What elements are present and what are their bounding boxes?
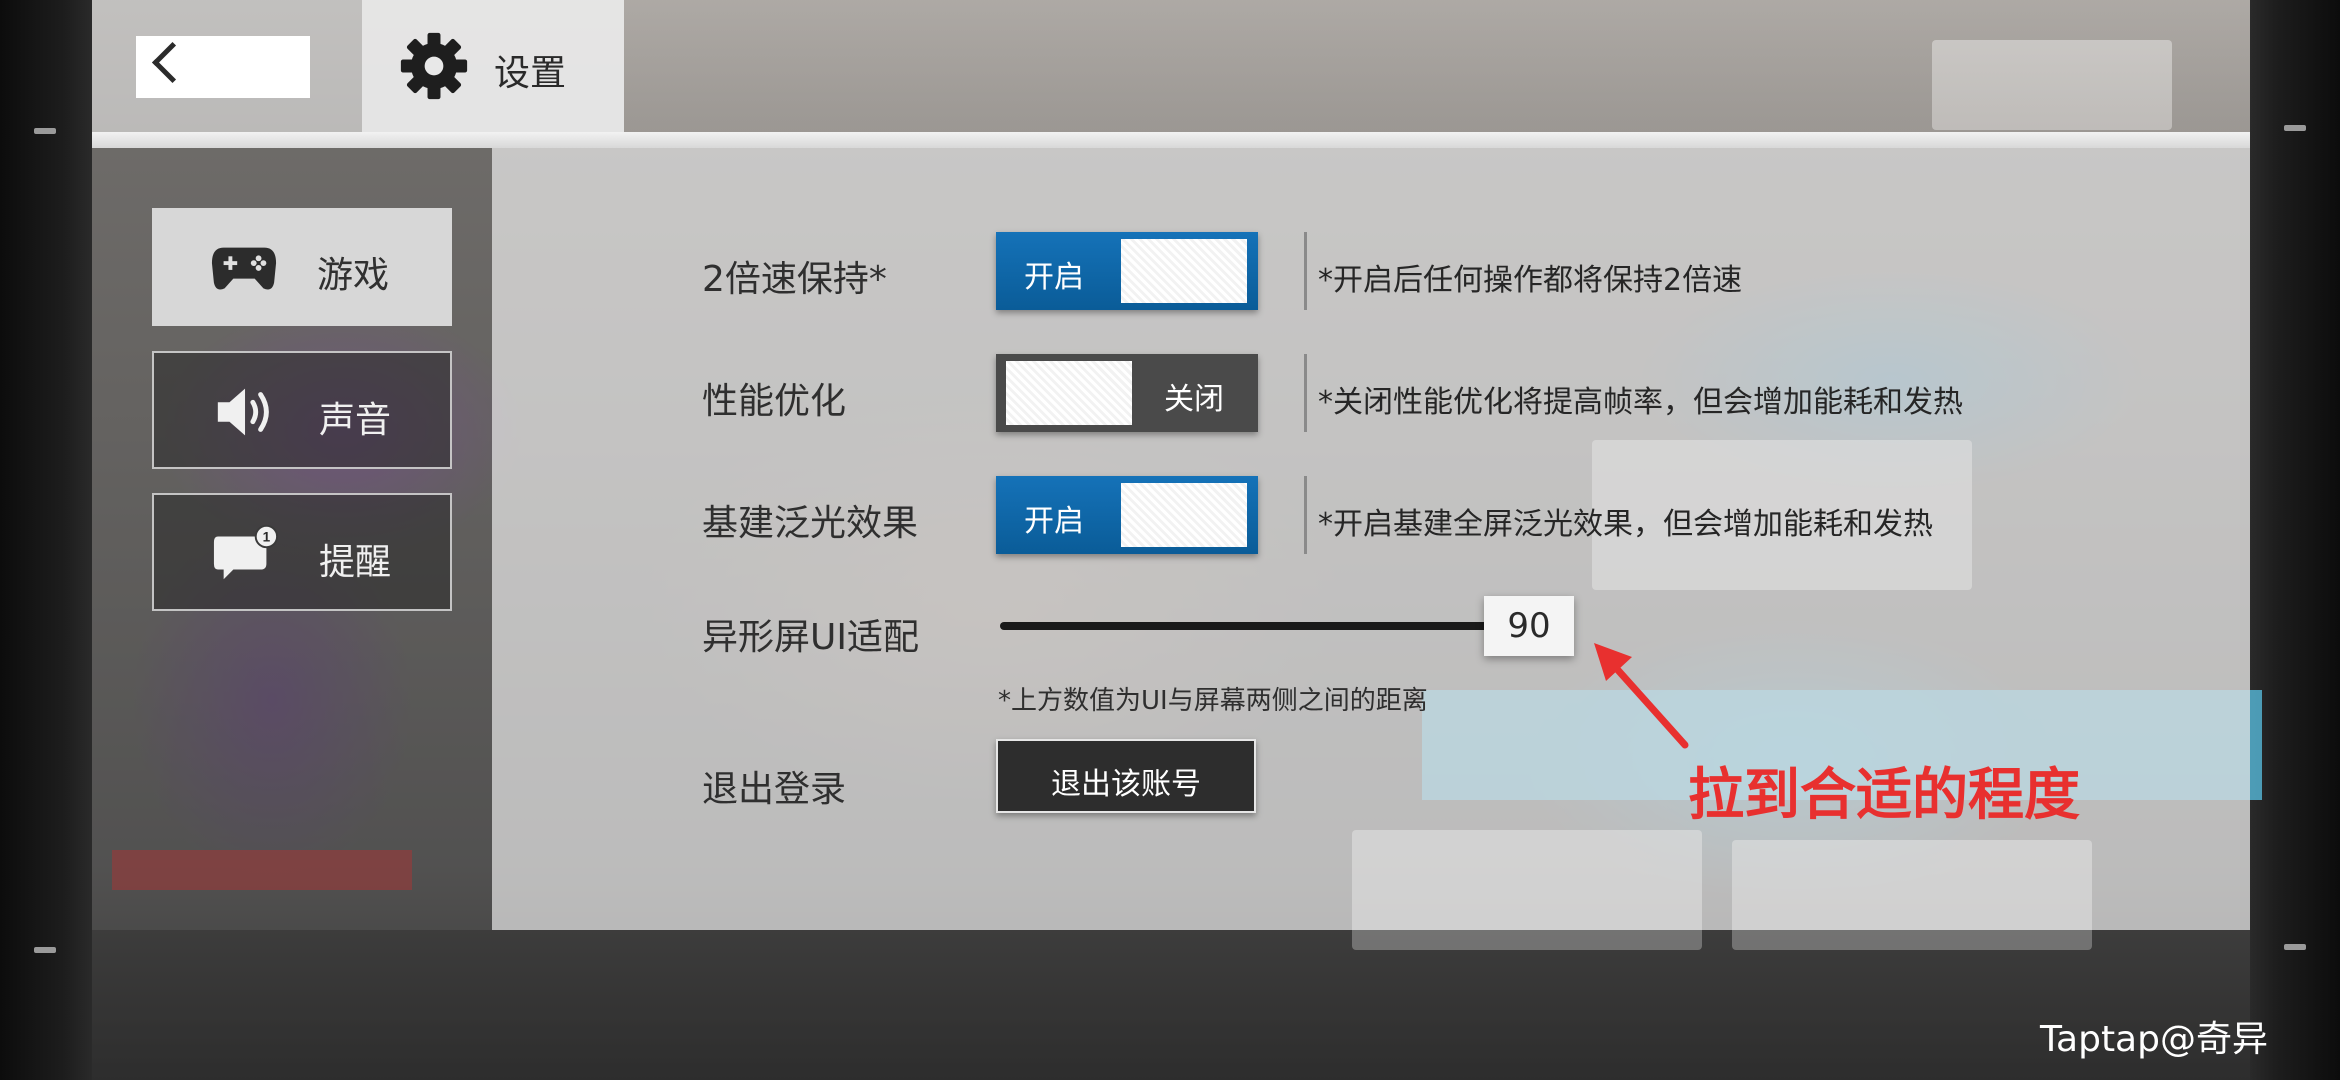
back-button[interactable]	[136, 36, 310, 98]
speed-keep-description: *开启后任何操作都将保持2倍速	[1318, 263, 1743, 298]
chevron-left-icon	[151, 41, 194, 84]
performance-toggle[interactable]: 关闭	[996, 354, 1258, 432]
bloom-label: 基建泛光效果	[702, 503, 919, 544]
annotation-text: 拉到合适的程度	[1688, 763, 2080, 828]
toggle-knob	[1006, 361, 1132, 425]
right-letterbox	[2250, 0, 2340, 1080]
sidebar-item-label: 声音	[319, 400, 392, 441]
toggle-state-label: 开启	[1024, 260, 1084, 295]
notch-ui-note: *上方数值为UI与屏幕两侧之间的距离	[998, 686, 1428, 716]
slider-value: 90	[1507, 606, 1551, 646]
edge-marker	[34, 947, 56, 953]
sidebar-item-label: 提醒	[319, 542, 392, 583]
toggle-state-label: 开启	[1024, 504, 1084, 539]
sidebar-item-reminder[interactable]: 1 提醒	[152, 493, 452, 611]
edge-marker	[2284, 944, 2306, 950]
toggle-knob	[1121, 239, 1247, 303]
bloom-toggle[interactable]: 开启	[996, 476, 1258, 554]
divider	[1304, 354, 1307, 432]
edge-marker	[2284, 125, 2306, 131]
sidebar-item-game[interactable]: 游戏	[152, 208, 452, 326]
notch-ui-label: 异形屏UI适配	[702, 617, 919, 658]
top-divider	[92, 132, 2250, 148]
toggle-knob	[1121, 483, 1247, 547]
chat-notification-icon: 1	[213, 524, 279, 580]
notch-ui-slider-track[interactable]	[1000, 622, 1490, 630]
left-letterbox	[0, 0, 92, 1080]
watermark: Taptap@奇异	[2040, 1019, 2268, 1060]
speed-keep-toggle[interactable]: 开启	[996, 232, 1258, 310]
logout-button-label: 退出该账号	[1051, 767, 1201, 802]
divider	[1304, 476, 1307, 554]
performance-label: 性能优化	[702, 381, 847, 422]
bottom-dim-area	[92, 930, 2250, 1080]
gamepad-icon	[211, 247, 277, 290]
sidebar-item-sound[interactable]: 声音	[152, 351, 452, 469]
logout-label: 退出登录	[702, 769, 847, 810]
bloom-description: *开启基建全屏泛光效果，但会增加能耗和发热	[1318, 507, 1933, 542]
title-panel: 设置	[362, 0, 624, 132]
logout-button[interactable]: 退出该账号	[996, 739, 1256, 813]
sidebar-item-label: 游戏	[317, 255, 390, 296]
notch-ui-slider-handle[interactable]: 90	[1484, 596, 1574, 656]
annotation-arrow-icon	[1594, 643, 1689, 749]
reminder-badge-count: 1	[263, 529, 271, 544]
speaker-icon	[217, 388, 269, 436]
gear-icon	[400, 32, 468, 100]
toggle-state-label: 关闭	[1164, 382, 1224, 417]
divider	[1304, 232, 1307, 310]
edge-marker	[34, 128, 56, 134]
page-title: 设置	[494, 53, 567, 94]
performance-description: *关闭性能优化将提高帧率，但会增加能耗和发热	[1318, 385, 1963, 420]
speed-keep-label: 2倍速保持*	[702, 259, 887, 300]
